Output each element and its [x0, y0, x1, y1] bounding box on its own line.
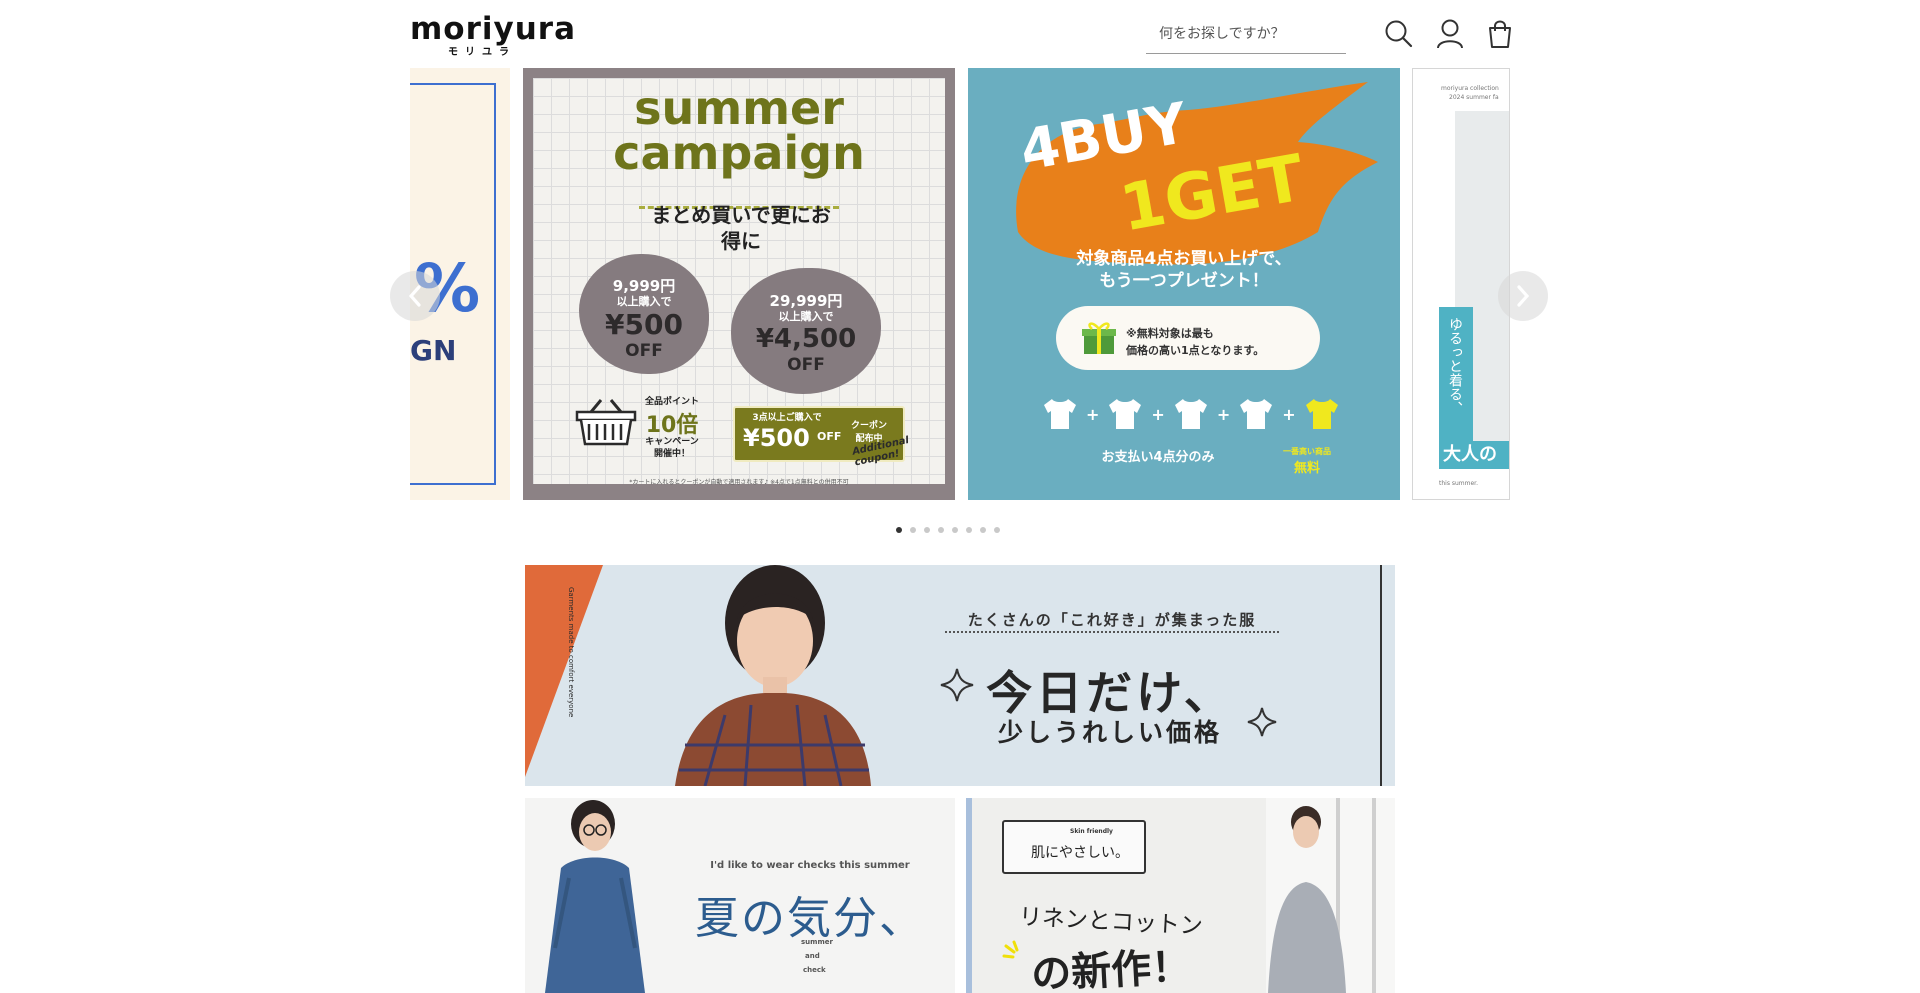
checks-en: I'd like to wear checks this summer	[710, 860, 910, 871]
coupon-amount: ¥500	[743, 424, 810, 452]
offer1-condition: 以上購入で	[616, 295, 672, 308]
sparkle-icon	[1247, 707, 1277, 737]
coupon-line1: 3点以上ご購入で	[752, 413, 822, 423]
slide-summer-campaign[interactable]: summer campaign まとめ買いで更にお得に 9,999円 以上購入で…	[523, 68, 955, 500]
tshirt-icon	[1174, 399, 1207, 429]
collection-vertical: ゆるっと着る、	[1447, 317, 1463, 415]
tag-jp: 肌にやさしい。	[1031, 845, 1129, 861]
checks-title: 夏の気分、	[695, 893, 925, 944]
carousel-dot-2[interactable]	[910, 527, 916, 533]
carousel-dot-1[interactable]	[896, 527, 902, 533]
site-header: moriyura モリユラ	[0, 0, 1920, 68]
pay-label: お支払い4点分のみ	[1101, 450, 1215, 465]
checks-side3: check	[803, 966, 826, 974]
collection-top2: 2024 summer fa	[1449, 94, 1499, 101]
today-subtitle: 少しうれしい価格	[997, 718, 1222, 747]
tshirt-icon	[1109, 399, 1142, 429]
carousel-dot-6[interactable]	[966, 527, 972, 533]
free-label2: 無料	[1293, 461, 1320, 476]
tshirt-yellow-icon	[1305, 399, 1338, 429]
banner-edge-line	[1380, 565, 1382, 786]
collection-bottom: 大人の	[1439, 441, 1509, 469]
carousel-pagination	[896, 527, 1000, 533]
offer1-off: OFF	[625, 341, 663, 361]
checks-banner[interactable]: I'd like to wear checks this summer 夏の気分…	[525, 798, 955, 993]
carousel-next-button[interactable]	[1498, 271, 1548, 321]
cart-icon[interactable]	[1485, 18, 1515, 50]
gift-icon	[1080, 320, 1118, 356]
today-catch: たくさんの「これ好き」が集まった服	[967, 611, 1257, 629]
offer2-off: OFF	[787, 355, 825, 375]
note-line1: ※無料対象は最も	[1126, 327, 1214, 340]
carousel-dot-8[interactable]	[994, 527, 1000, 533]
collection-top1: moriyura collection	[1441, 85, 1499, 92]
sparkle-icon	[940, 668, 974, 702]
carousel-dot-3[interactable]	[924, 527, 930, 533]
model-photo	[525, 798, 665, 993]
buy-sub2: もう一つプレゼント！	[1099, 271, 1269, 291]
user-icon[interactable]	[1435, 18, 1465, 50]
note-line2: 価格の高い1点となります。	[1126, 344, 1265, 357]
free-label1: 一番高い商品	[1283, 447, 1331, 456]
points-line1: 全品ポイント	[644, 397, 699, 407]
basket-icon	[575, 398, 637, 446]
search-box	[1146, 16, 1351, 54]
carousel-dot-4[interactable]	[938, 527, 944, 533]
collection-footer: this summer.	[1439, 480, 1478, 487]
sparkle-lines-icon	[1002, 940, 1019, 959]
checks-side1: summer	[801, 938, 833, 946]
campaign-title: campaign	[613, 126, 865, 180]
chevron-left-icon	[408, 285, 421, 307]
site-logo[interactable]: moriyura モリユラ	[410, 11, 576, 59]
offer1-discount: ¥500	[605, 308, 683, 341]
catch-underline	[945, 631, 1279, 633]
tag-en: Skin friendly	[1070, 828, 1113, 835]
tshirt-row: + + + +	[1042, 394, 1342, 434]
carousel-dot-7[interactable]	[980, 527, 986, 533]
summer-title: summer	[634, 81, 844, 135]
carousel-dot-5[interactable]	[952, 527, 958, 533]
hero-carousel[interactable]: % GN summer campaign まとめ買いで更にお得に 9,999円 …	[410, 68, 1510, 500]
points-line3: 開催中！	[653, 449, 690, 459]
tagline: まとめ買いで更にお得に	[651, 203, 831, 253]
coupon-off: OFF	[817, 430, 842, 443]
search-input[interactable]	[1146, 16, 1351, 52]
today-only-banner[interactable]: Garments made to comfort everyone たくさんの「…	[525, 565, 1395, 786]
campaign-text: GN	[410, 334, 457, 367]
slide-footnote: *カートに入れるとクーポンが自動で適用されます♪ ※4点で1点無料との併用不可	[629, 479, 849, 486]
linen-cotton-banner[interactable]: Skin friendly 肌にやさしい。 リネンとコットン の新作！	[966, 798, 1395, 993]
search-icon[interactable]	[1384, 18, 1414, 50]
coupon-tag1: クーポン	[850, 421, 887, 431]
tshirt-icon	[1240, 399, 1273, 429]
today-side-text: Garments made to comfort everyone	[567, 587, 575, 718]
model-photo	[665, 565, 875, 786]
checks-side2: and	[805, 952, 820, 960]
tshirt-icon	[1044, 399, 1076, 429]
banner-edge-stripe	[966, 798, 972, 993]
window-photo	[1266, 798, 1395, 993]
offer2-condition: 以上購入で	[778, 310, 834, 323]
carousel-prev-button[interactable]	[390, 271, 440, 321]
chevron-right-icon	[1517, 285, 1530, 307]
slide-4buy-1get[interactable]: 4BUY 1GET 対象商品4点お買い上げで、 もう一つプレゼント！ ※無料対象…	[968, 68, 1400, 500]
slide-summer-collection[interactable]: moriyura collection 2024 summer fa ゆるっと着…	[1412, 68, 1510, 500]
offer2-discount: ¥4,500	[755, 324, 857, 354]
logo-text: moriyura	[410, 11, 576, 47]
